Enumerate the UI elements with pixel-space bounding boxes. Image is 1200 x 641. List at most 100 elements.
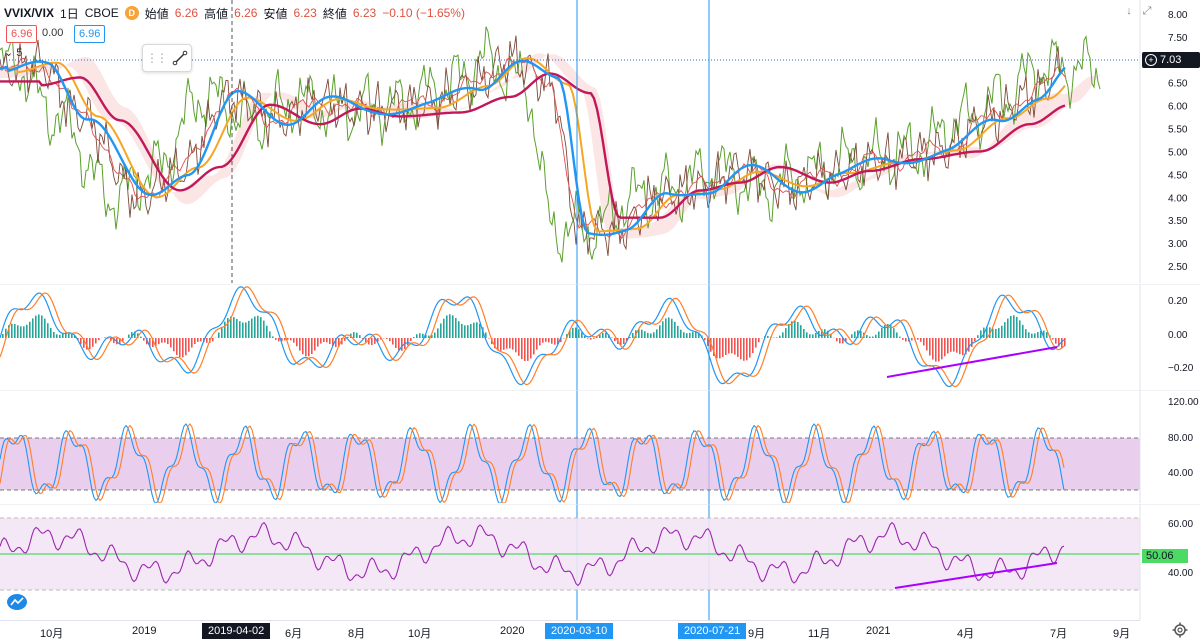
indicator-toggle[interactable]: ⌄ 5 xyxy=(4,46,22,59)
macd-histogram-bar xyxy=(656,329,658,338)
macd-histogram-bar xyxy=(293,338,295,343)
macd-histogram-bar xyxy=(14,324,16,338)
main-price-chart[interactable]: 8.007.507.006.506.005.505.004.504.003.50… xyxy=(0,0,1200,283)
high-value: 6.26 xyxy=(234,6,257,20)
macd-histogram-bar xyxy=(296,338,298,346)
macd-histogram-bar xyxy=(242,322,244,338)
macd-histogram-bar xyxy=(467,325,469,338)
macd-histogram-bar xyxy=(356,333,358,338)
macd-histogram-bar xyxy=(686,333,688,338)
macd-histogram-bar xyxy=(257,316,259,338)
tradingview-logo-icon[interactable] xyxy=(6,593,28,611)
macd-histogram-bar xyxy=(725,338,727,355)
symbol-name[interactable]: VVIX/VIX xyxy=(4,6,54,20)
sell-price-box[interactable]: 6.96 xyxy=(6,25,37,43)
macd-histogram-bar xyxy=(659,325,661,338)
macd-histogram-bar xyxy=(524,338,526,361)
macd-histogram-bar xyxy=(311,338,313,354)
price-axis-label: 3.50 xyxy=(1168,216,1188,227)
floating-drawing-toolbar[interactable]: ⋮⋮ xyxy=(142,44,192,72)
time-label: 6月 xyxy=(285,625,302,641)
macd-histogram-bar xyxy=(587,338,589,339)
macd-histogram-bar xyxy=(860,331,862,338)
time-label: 8月 xyxy=(348,625,365,641)
macd-histogram-bar xyxy=(941,338,943,359)
macd-histogram-bar xyxy=(32,318,34,338)
macd-histogram-bar xyxy=(305,338,307,356)
macd-histogram-bar xyxy=(1046,332,1048,338)
macd-histogram-bar xyxy=(329,338,331,344)
drag-handle-icon[interactable]: ⋮⋮ xyxy=(146,51,166,65)
buy-price-box[interactable]: 6.96 xyxy=(74,25,105,43)
macd-histogram-bar xyxy=(353,332,355,338)
macd-histogram-bar xyxy=(911,338,913,340)
macd-histogram-bar xyxy=(689,333,691,338)
rsi-pane[interactable]: 60.0040.00 xyxy=(0,504,1200,620)
stochastic-pane[interactable]: 120.0080.0040.00 xyxy=(0,390,1200,503)
macd-histogram-bar xyxy=(395,338,397,348)
last-price-label[interactable]: + 7.03 xyxy=(1142,52,1200,68)
macd-histogram-bar xyxy=(650,333,652,338)
macd-histogram-bar xyxy=(593,338,595,339)
macd-histogram-bar xyxy=(176,338,178,355)
time-label: 2021 xyxy=(866,625,890,637)
macd-histogram-bar xyxy=(182,338,184,357)
macd-histogram-bar xyxy=(437,328,439,338)
expand-icon[interactable]: ⤢ xyxy=(1140,4,1154,18)
macd-histogram-bar xyxy=(44,319,46,338)
macd-histogram-bar xyxy=(806,332,808,338)
macd-histogram-bar xyxy=(92,338,94,347)
macd-histogram-bar xyxy=(740,338,742,359)
macd-histogram-bar xyxy=(434,333,436,338)
macd-histogram-bar xyxy=(389,338,391,341)
interval-label[interactable]: 1日 xyxy=(60,5,79,22)
macd-histogram-bar xyxy=(509,338,511,348)
macd-histogram-bar xyxy=(254,316,256,338)
macd-histogram-bar xyxy=(716,338,718,358)
macd-histogram-bar xyxy=(224,322,226,338)
macd-histogram-bar xyxy=(41,315,43,338)
macd-histogram-bar xyxy=(518,338,520,356)
macd-histogram-bar xyxy=(1064,338,1066,346)
macd-histogram-bar xyxy=(1025,329,1027,338)
macd-histogram-bar xyxy=(752,338,754,353)
macd-histogram-bar xyxy=(161,338,163,343)
macd-histogram-bar xyxy=(185,338,187,355)
macd-histogram-bar xyxy=(539,338,541,345)
alert-icon[interactable]: ↓ xyxy=(1122,4,1136,18)
gear-icon[interactable] xyxy=(1172,622,1188,638)
macd-line xyxy=(0,287,1064,387)
macd-histogram-bar xyxy=(1013,315,1015,338)
macd-histogram-bar xyxy=(158,338,160,344)
price-axis-label: 5.50 xyxy=(1168,125,1188,136)
macd-histogram-bar xyxy=(1055,338,1057,344)
macd-histogram-bar xyxy=(506,338,508,349)
macd-histogram-bar xyxy=(11,324,13,338)
open-value: 6.26 xyxy=(175,6,198,20)
macd-histogram-bar xyxy=(680,330,682,338)
macd-histogram-bar xyxy=(479,324,481,338)
macd-histogram-bar xyxy=(1004,322,1006,338)
macd-pane[interactable]: 0.200.00−0.20 xyxy=(0,284,1200,390)
line-tool-icon[interactable] xyxy=(172,50,188,66)
macd-histogram-bar xyxy=(317,338,319,347)
plus-circle-icon[interactable]: + xyxy=(1145,54,1157,66)
time-axis[interactable]: 10月 2019 6月 8月 10月 2020 9月 11月 2021 4月 7… xyxy=(0,620,1140,641)
macd-histogram-bar xyxy=(260,317,262,338)
macd-signal-line xyxy=(0,287,1064,387)
macd-histogram-bar xyxy=(737,338,739,357)
macd-histogram-bar xyxy=(194,338,196,344)
macd-histogram-bar xyxy=(413,337,415,338)
macd-histogram-bar xyxy=(959,338,961,354)
price-axis-label: 8.00 xyxy=(1168,10,1188,21)
macd-histogram-bar xyxy=(470,324,472,338)
macd-histogram-bar xyxy=(974,338,976,341)
macd-histogram-bar xyxy=(995,329,997,338)
macd-histogram-bar xyxy=(428,336,430,338)
macd-axis-label: −0.20 xyxy=(1168,363,1194,374)
macd-histogram-bar xyxy=(1016,317,1018,338)
macd-histogram-bar xyxy=(212,338,214,341)
price-axis-label: 3.00 xyxy=(1168,239,1188,250)
macd-histogram-bar xyxy=(575,328,577,338)
macd-histogram-bar xyxy=(449,314,451,338)
